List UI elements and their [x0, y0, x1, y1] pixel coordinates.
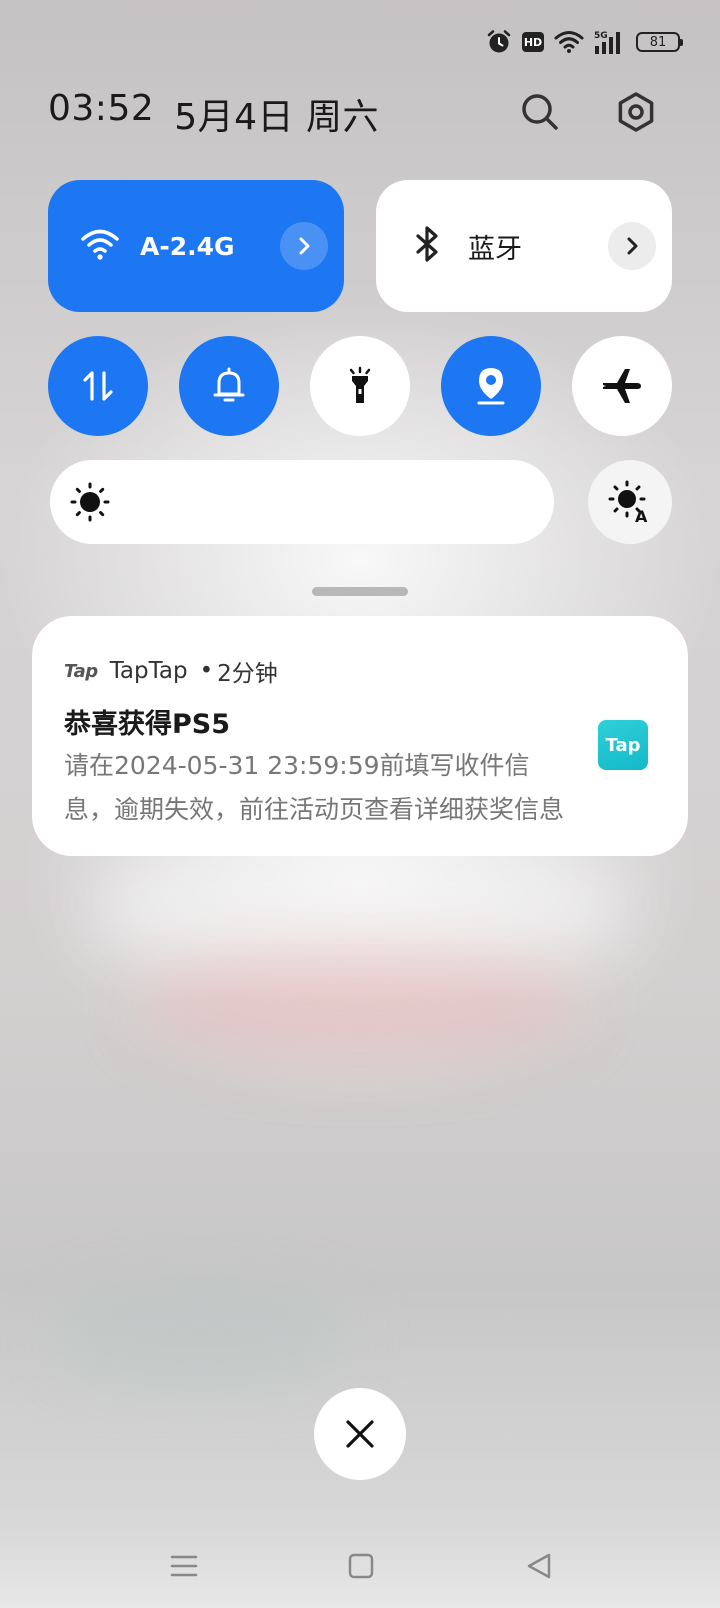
battery-indicator: 81 [636, 32, 683, 52]
notification-title: 恭喜获得PS5 [64, 709, 231, 740]
settings-icon [618, 92, 654, 132]
bluetooth-icon [416, 226, 438, 262]
bluetooth-tile-icon [406, 222, 450, 266]
status-bar: HD 5G 81 [486, 26, 683, 58]
nav-back-button[interactable] [517, 1544, 561, 1588]
airplane-icon [603, 369, 641, 403]
search-icon [522, 94, 558, 130]
wifi-icon [81, 229, 119, 260]
auto-brightness-label: A [635, 507, 648, 524]
header-separator: • [199, 658, 214, 684]
flashlight-toggle[interactable] [310, 336, 410, 436]
auto-brightness-icon: A [608, 480, 648, 524]
clear-all-button[interactable] [314, 1388, 406, 1480]
bluetooth-label: 蓝牙 [468, 233, 522, 265]
drag-handle[interactable] [312, 587, 408, 596]
date-label: 5月4日 周六 [174, 97, 380, 138]
nav-home-button[interactable] [339, 1544, 383, 1588]
wifi-details-button[interactable] [280, 222, 328, 270]
background-blur-teal [50, 1290, 350, 1380]
app-name: TapTap [109, 658, 188, 684]
bluetooth-tile[interactable]: 蓝牙 [376, 180, 672, 312]
brightness-slider[interactable] [50, 460, 554, 544]
brightness-slider-icon [68, 480, 112, 524]
menu-icon [170, 1555, 198, 1577]
search-button[interactable] [516, 88, 564, 136]
flashlight-icon [349, 366, 371, 403]
network-type-label: 5G [594, 31, 608, 41]
notification-header: Tap TapTap • 2分钟 [64, 654, 278, 688]
nav-recents-button[interactable] [162, 1544, 206, 1588]
wifi-tile[interactable]: A-2.4G [48, 180, 344, 312]
hd-icon: HD [522, 32, 544, 52]
location-toggle[interactable] [441, 336, 541, 436]
bluetooth-details-button[interactable] [608, 222, 656, 270]
battery-level: 81 [649, 34, 667, 50]
bell-icon [213, 367, 245, 402]
chevron-right-icon [627, 237, 638, 255]
ringer-toggle[interactable] [179, 336, 279, 436]
settings-button[interactable] [612, 88, 660, 136]
mobile-data-toggle[interactable] [48, 336, 148, 436]
auto-brightness-button[interactable]: A [588, 460, 672, 544]
background-blur-pink [140, 950, 580, 1060]
back-triangle-icon [527, 1553, 551, 1579]
header-datetime: 03:52 5月4日 周六 [48, 88, 379, 140]
wifi-tile-icon [78, 222, 122, 266]
notification-body: 请在2024-05-31 23:59:59前填写收件信息，逾期失效，前往活动页查… [64, 751, 564, 824]
clock-time: 03:52 [48, 88, 155, 129]
alarm-icon [487, 30, 511, 53]
taptap-app-icon: Tap [598, 720, 648, 770]
data-arrows-icon [83, 371, 113, 401]
sun-icon [70, 482, 110, 522]
home-square-icon [348, 1553, 374, 1579]
wifi-icon [554, 31, 584, 53]
app-logo: Tap [64, 660, 98, 682]
close-icon [346, 1420, 374, 1448]
location-icon [477, 368, 505, 405]
signal-5g-icon: 5G [594, 31, 620, 54]
airplane-mode-toggle[interactable] [572, 336, 672, 436]
notification-time: 2分钟 [217, 661, 278, 687]
wifi-network-name: A-2.4G [140, 231, 235, 261]
chevron-right-icon [299, 237, 310, 255]
notification-card[interactable]: Tap TapTap • 2分钟 恭喜获得PS5 请在2024-05-31 23… [32, 616, 688, 856]
